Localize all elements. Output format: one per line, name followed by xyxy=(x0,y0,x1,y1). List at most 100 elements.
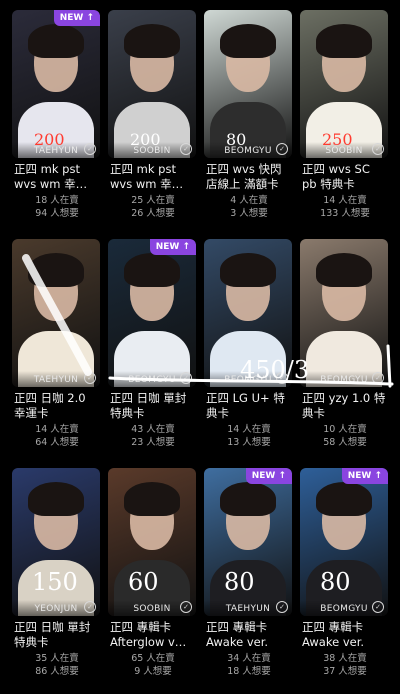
check-circle-icon[interactable]: ✓ xyxy=(84,372,96,384)
card-stats: 14 人在賣 13 人想要 xyxy=(206,423,292,449)
sellers-count: 4 人在賣 xyxy=(230,195,268,206)
check-circle-icon[interactable]: ✓ xyxy=(276,372,288,384)
check-circle-icon[interactable]: ✓ xyxy=(84,601,96,613)
photocard-item[interactable]: TAEHYUN ✓ 正四 日咖 2.0 幸運卡 14 人在賣 64 人想要 xyxy=(12,239,100,465)
photocard-item[interactable]: BEOMGYU ✓ 正四 LG U+ 特典卡 14 人在賣 13 人想要 xyxy=(204,239,292,465)
photocard-image[interactable]: BEOMGYU ✓ xyxy=(300,239,388,387)
photo-hair-shape xyxy=(316,24,372,58)
photocard-item[interactable]: BEOMGYU ✓ NEW ↑ 80 正四 專輯卡 Awake ver. 38 人在賣 37… xyxy=(300,468,388,694)
card-stats: 10 人在賣 58 人想要 xyxy=(302,423,388,449)
photo-hair-shape xyxy=(124,24,180,58)
wanters-count: 3 人想要 xyxy=(230,208,268,219)
card-title[interactable]: 正四 wvs 快閃店線上 滿額卡 xyxy=(206,162,292,192)
check-circle-icon[interactable]: ✓ xyxy=(276,143,288,155)
photocard-image[interactable]: TAEHYUN ✓ xyxy=(12,239,100,387)
card-stats: 34 人在賣 18 人想要 xyxy=(206,652,292,678)
sellers-count: 25 人在賣 xyxy=(131,195,175,206)
wanters-count: 86 人想要 xyxy=(35,666,79,677)
card-stats: 4 人在賣 3 人想要 xyxy=(206,194,292,220)
new-badge: NEW ↑ xyxy=(53,10,100,26)
sellers-count: 38 人在賣 xyxy=(323,653,367,664)
card-title[interactable]: 正四 yzy 1.0 特典卡 xyxy=(302,391,388,421)
wanters-count: 18 人想要 xyxy=(227,666,271,677)
photocard-image[interactable]: SOOBIN ✓ 60 xyxy=(108,468,196,616)
photocard-item[interactable]: TAEHYUN ✓ NEW ↑ 80 正四 專輯卡 Awake ver. 34 人在賣 18… xyxy=(204,468,292,694)
check-circle-icon[interactable]: ✓ xyxy=(372,601,384,613)
photocard-item[interactable]: BEOMGYU ✓ 80 正四 wvs 快閃店線上 滿額卡 4 人在賣 3 人想要 xyxy=(204,10,292,236)
card-title[interactable]: 正四 LG U+ 特典卡 xyxy=(206,391,292,421)
card-stats: 35 人在賣 86 人想要 xyxy=(14,652,100,678)
wanters-count: 13 人想要 xyxy=(227,437,271,448)
card-title[interactable]: 正四 專輯卡 Afterglow v… xyxy=(110,620,196,650)
photo-hair-shape xyxy=(28,24,84,58)
sellers-count: 35 人在賣 xyxy=(35,653,79,664)
sellers-count: 18 人在賣 xyxy=(35,195,79,206)
wanters-count: 9 人想要 xyxy=(134,666,172,677)
card-stats: 65 人在賣 9 人想要 xyxy=(110,652,196,678)
photocard-image[interactable]: SOOBIN ✓ 200 xyxy=(108,10,196,158)
photo-hair-shape xyxy=(28,482,84,516)
wanters-count: 133 人想要 xyxy=(320,208,370,219)
photocard-image[interactable]: SOOBIN ✓ 250 xyxy=(300,10,388,158)
card-title[interactable]: 正四 mk pst wvs wm 幸… xyxy=(110,162,196,192)
card-stats: 43 人在賣 23 人想要 xyxy=(110,423,196,449)
photocard-item[interactable]: TAEHYUN ✓ NEW ↑ 200 正四 mk pst wvs wm 幸… 18 人在… xyxy=(12,10,100,236)
photocard-image[interactable]: BEOMGYU ✓ NEW ↑ 80 xyxy=(300,468,388,616)
photo-hair-shape xyxy=(124,253,180,287)
card-title[interactable]: 正四 日咖 2.0 幸運卡 xyxy=(14,391,100,421)
card-title[interactable]: 正四 專輯卡 Awake ver. xyxy=(302,620,388,650)
sellers-count: 14 人在賣 xyxy=(35,424,79,435)
photocard-image[interactable]: TAEHYUN ✓ NEW ↑ 200 xyxy=(12,10,100,158)
wanters-count: 26 人想要 xyxy=(131,208,175,219)
photo-hair-shape xyxy=(316,253,372,287)
sellers-count: 10 人在賣 xyxy=(323,424,367,435)
photocard-item[interactable]: SOOBIN ✓ 250 正四 wvs SC pb 特典卡 14 人在賣 133 人想要 xyxy=(300,10,388,236)
photocard-image[interactable]: YEONJUN ✓ 150 xyxy=(12,468,100,616)
photocard-item[interactable]: SOOBIN ✓ 60 正四 專輯卡 Afterglow v… 65 人在賣 9 人想要 xyxy=(108,468,196,694)
photo-hair-shape xyxy=(28,253,84,287)
card-title[interactable]: 正四 專輯卡 Awake ver. xyxy=(206,620,292,650)
card-stats: 38 人在賣 37 人想要 xyxy=(302,652,388,678)
wanters-count: 94 人想要 xyxy=(35,208,79,219)
photo-hair-shape xyxy=(124,482,180,516)
photocard-image[interactable]: TAEHYUN ✓ NEW ↑ 80 xyxy=(204,468,292,616)
photocard-image[interactable]: BEOMGYU ✓ NEW ↑ xyxy=(108,239,196,387)
sellers-count: 14 人在賣 xyxy=(323,195,367,206)
bracket-stroke xyxy=(386,344,392,388)
wanters-count: 23 人想要 xyxy=(131,437,175,448)
photo-hair-shape xyxy=(316,482,372,516)
photocard-image[interactable]: BEOMGYU ✓ 80 xyxy=(204,10,292,158)
card-stats: 14 人在賣 64 人想要 xyxy=(14,423,100,449)
card-title[interactable]: 正四 日咖 單封 特典卡 xyxy=(110,391,196,421)
card-title[interactable]: 正四 日咖 單封 特典卡 xyxy=(14,620,100,650)
photo-hair-shape xyxy=(220,482,276,516)
photo-hair-shape xyxy=(220,24,276,58)
wanters-count: 58 人想要 xyxy=(323,437,367,448)
new-badge: NEW ↑ xyxy=(149,239,196,255)
photo-hair-shape xyxy=(220,253,276,287)
wanters-count: 64 人想要 xyxy=(35,437,79,448)
photocard-item[interactable]: SOOBIN ✓ 200 正四 mk pst wvs wm 幸… 25 人在賣 26 人想… xyxy=(108,10,196,236)
check-circle-icon[interactable]: ✓ xyxy=(372,143,384,155)
card-stats: 25 人在賣 26 人想要 xyxy=(110,194,196,220)
card-stats: 14 人在賣 133 人想要 xyxy=(302,194,388,220)
sellers-count: 34 人在賣 xyxy=(227,653,271,664)
new-badge: NEW ↑ xyxy=(245,468,292,484)
wanters-count: 37 人想要 xyxy=(323,666,367,677)
card-title[interactable]: 正四 wvs SC pb 特典卡 xyxy=(302,162,388,192)
check-circle-icon[interactable]: ✓ xyxy=(372,372,384,384)
photocard-image[interactable]: BEOMGYU ✓ xyxy=(204,239,292,387)
check-circle-icon[interactable]: ✓ xyxy=(180,143,192,155)
sellers-count: 43 人在賣 xyxy=(131,424,175,435)
check-circle-icon[interactable]: ✓ xyxy=(180,601,192,613)
check-circle-icon[interactable]: ✓ xyxy=(276,601,288,613)
photocard-item[interactable]: BEOMGYU ✓ 正四 yzy 1.0 特典卡 10 人在賣 58 人想要 xyxy=(300,239,388,465)
check-circle-icon[interactable]: ✓ xyxy=(180,372,192,384)
photocard-item[interactable]: BEOMGYU ✓ NEW ↑ 正四 日咖 單封 特典卡 43 人在賣 23 人想要 xyxy=(108,239,196,465)
photocard-item[interactable]: YEONJUN ✓ 150 正四 日咖 單封 特典卡 35 人在賣 86 人想要 xyxy=(12,468,100,694)
sellers-count: 65 人在賣 xyxy=(131,653,175,664)
card-stats: 18 人在賣 94 人想要 xyxy=(14,194,100,220)
card-title[interactable]: 正四 mk pst wvs wm 幸… xyxy=(14,162,100,192)
check-circle-icon[interactable]: ✓ xyxy=(84,143,96,155)
sellers-count: 14 人在賣 xyxy=(227,424,271,435)
